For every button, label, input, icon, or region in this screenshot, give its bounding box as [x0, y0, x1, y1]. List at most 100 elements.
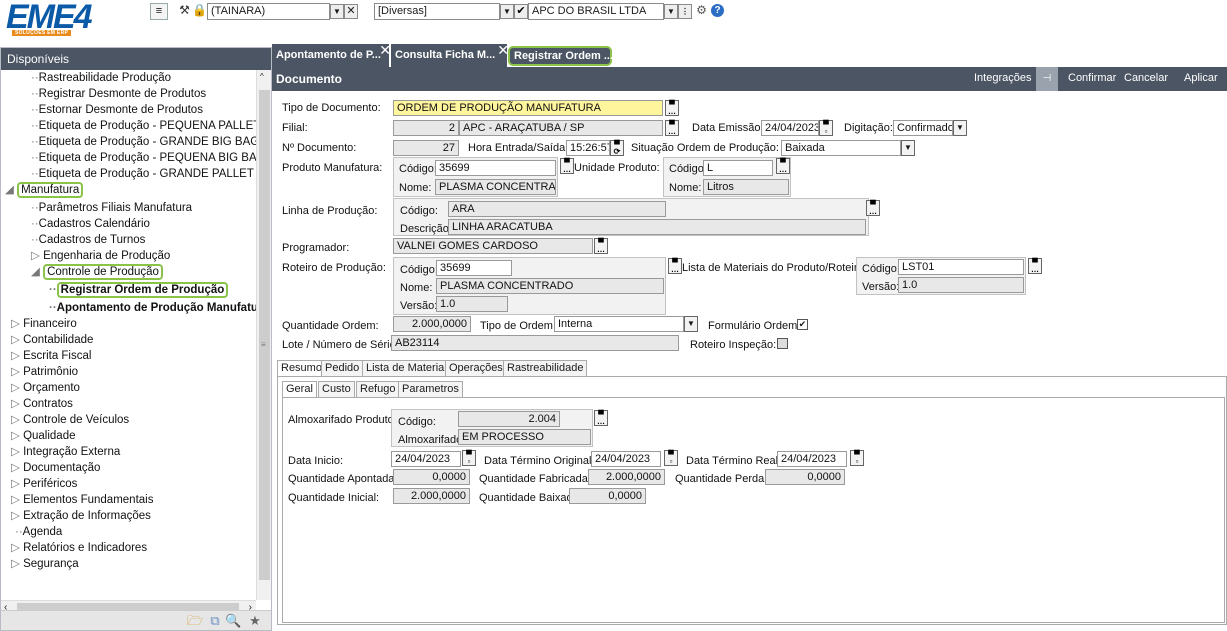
tree-item-etiqueta-grande-bigbag[interactable]: ··Etiqueta de Produção - GRANDE BIG BAG: [31, 134, 256, 150]
tab-geral[interactable]: Geral: [282, 381, 317, 398]
lookup-button[interactable]: ▀…: [665, 120, 679, 136]
scroll-up-icon[interactable]: ^: [260, 72, 264, 81]
lookup-button[interactable]: ▀…: [594, 410, 608, 426]
tab-refugo[interactable]: Refugo: [356, 381, 400, 397]
tree-item-controle-veiculos[interactable]: ▷ Controle de Veículos: [11, 412, 129, 428]
quantidade-perda-field[interactable]: 0,0000: [765, 469, 845, 485]
formulario-ordem-checkbox[interactable]: ✔: [797, 319, 808, 330]
calendar-icon[interactable]: ▀ ▫: [850, 450, 864, 466]
lookup-button[interactable]: ▀…: [866, 200, 880, 216]
company-select[interactable]: APC DO BRASIL LTDA: [528, 3, 664, 20]
aplicar-button[interactable]: Aplicar: [1184, 72, 1218, 84]
tree-item-registrar-ordem[interactable]: ·· Registrar Ordem de Produção: [49, 282, 229, 298]
lista-codigo-field[interactable]: LST01: [898, 259, 1024, 275]
calendar-icon[interactable]: ▀ ▫: [819, 120, 833, 136]
gear-icon[interactable]: ⚙: [694, 3, 709, 18]
more-icon[interactable]: ⋮: [678, 4, 692, 19]
situacao-select[interactable]: Baixada: [781, 140, 901, 156]
tab-resumo[interactable]: Resumo: [277, 360, 326, 377]
tree-item-financeiro[interactable]: ▷ Financeiro: [11, 316, 77, 332]
data-emissao-field[interactable]: 24/04/2023: [761, 120, 819, 136]
tree-item-cadastros-calendario[interactable]: ··Cadastros Calendário: [31, 216, 150, 232]
produto-nome-field[interactable]: PLASMA CONCENTRADO: [435, 179, 556, 195]
tree-item-registrar-desmonte[interactable]: ··Registrar Desmonte de Produtos: [31, 86, 206, 102]
time-spinner-icon[interactable]: ▀ ⟳: [610, 140, 624, 156]
tab-rastreabilidade[interactable]: Rastreabilidade: [503, 360, 588, 376]
lookup-button[interactable]: ▀…: [665, 100, 679, 116]
tree-item-etiqueta-pequena-bigbag[interactable]: ··Etiqueta de Produção - PEQUENA BIG BAG: [31, 150, 256, 166]
digitacao-select[interactable]: Confirmado: [893, 120, 953, 136]
tree-item-relatorios[interactable]: ▷ Relatórios e Indicadores: [11, 540, 147, 556]
filial-name-field[interactable]: APC - ARAÇATUBA / SP: [459, 120, 663, 136]
tree-item-engenharia-producao[interactable]: ▷ Engenharia de Produção: [31, 248, 170, 264]
tree-item-escrita-fiscal[interactable]: ▷ Escrita Fiscal: [11, 348, 91, 364]
company-dropdown-icon[interactable]: ▼: [664, 4, 678, 19]
filter-dropdown-icon[interactable]: ▼: [500, 4, 514, 19]
menu-icon[interactable]: ≡: [150, 3, 168, 20]
linha-descricao-field[interactable]: LINHA ARACATUBA: [448, 219, 866, 235]
tree-item-qualidade[interactable]: ▷ Qualidade: [11, 428, 76, 444]
digitacao-dropdown-icon[interactable]: ▼: [953, 120, 967, 136]
tree-item-estornar-desmonte[interactable]: ··Estornar Desmonte de Produtos: [31, 102, 203, 118]
calendar-icon[interactable]: ▀ ▫: [664, 450, 678, 466]
help-icon[interactable]: ?: [711, 4, 724, 17]
check-icon[interactable]: ✔: [514, 4, 528, 19]
tree-item-perifericos[interactable]: ▷ Periféricos: [11, 476, 77, 492]
tree-item-rastreabilidade[interactable]: ··Rastreabilidade Produção: [31, 70, 171, 86]
tab-operacoes[interactable]: Operações: [445, 360, 507, 376]
roteiro-codigo-field[interactable]: 35699: [436, 260, 512, 276]
tab-lista-materiais[interactable]: Lista de Materiais: [362, 360, 457, 376]
close-icon[interactable]: ✕: [344, 4, 358, 19]
tab-consulta-ficha[interactable]: Consulta Ficha M... ✕: [391, 42, 509, 67]
tree-item-integracao-externa[interactable]: ▷ Integração Externa: [11, 444, 120, 460]
roteiro-nome-field[interactable]: PLASMA CONCENTRADO: [436, 278, 664, 294]
filial-code-field[interactable]: 2: [393, 120, 459, 136]
lookup-button[interactable]: ▀…: [776, 158, 790, 174]
tree-item-elementos-fundamentais[interactable]: ▷ Elementos Fundamentais: [11, 492, 153, 508]
data-termino-real-field[interactable]: 24/04/2023: [777, 451, 847, 467]
situacao-dropdown-icon[interactable]: ▼: [901, 140, 915, 156]
tipo-ordem-dropdown-icon[interactable]: ▼: [684, 316, 698, 332]
quantidade-fabricada-field[interactable]: 2.000,0000: [588, 469, 665, 485]
tree-item-manufatura[interactable]: ◢ Manufatura: [5, 182, 84, 198]
favorite-star-icon[interactable]: ★: [247, 613, 263, 629]
almoxarifado-codigo-field[interactable]: 2.004: [458, 411, 560, 427]
tree-item-parametros-filiais[interactable]: ··Parâmetros Filiais Manufatura: [31, 200, 192, 216]
unidade-nome-field[interactable]: Litros: [703, 179, 789, 195]
data-termino-original-field[interactable]: 24/04/2023: [591, 451, 661, 467]
tab-apontamento[interactable]: Apontamento de P... ✕: [272, 42, 391, 67]
tab-parametros[interactable]: Parametros: [398, 381, 463, 397]
quantidade-ordem-field[interactable]: 2.000,0000: [393, 316, 471, 332]
produto-codigo-field[interactable]: 35699: [435, 160, 556, 176]
lookup-button[interactable]: ▀…: [594, 238, 608, 254]
expanded-arrow-icon[interactable]: ◢: [5, 184, 14, 196]
tree-item-contratos[interactable]: ▷ Contratos: [11, 396, 73, 412]
tree-item-etiqueta-grande-pallet[interactable]: ··Etiqueta de Produção - GRANDE PALLET: [31, 166, 254, 182]
tree-item-controle-producao[interactable]: ◢ Controle de Produção: [31, 264, 163, 280]
roteiro-inspecao-checkbox[interactable]: [777, 338, 788, 349]
quantidade-apontada-field[interactable]: 0,0000: [393, 469, 470, 485]
tree-item-patrimonio[interactable]: ▷ Patrimônio: [11, 364, 78, 380]
tree-item-extracao-informacoes[interactable]: ▷ Extração de Informações: [11, 508, 151, 524]
copy-icon[interactable]: ⧉: [207, 613, 223, 629]
calendar-icon[interactable]: ▀ ▫: [462, 450, 476, 466]
almoxarifado-nome-field[interactable]: EM PROCESSO: [458, 429, 591, 445]
scroll-thumb[interactable]: [259, 90, 270, 580]
data-inicio-field[interactable]: 24/04/2023: [391, 451, 461, 467]
tree-item-etiqueta-pequena-pallet[interactable]: ··Etiqueta de Produção - PEQUENA PALLET: [31, 118, 256, 134]
tree-item-agenda[interactable]: ··Agenda: [15, 524, 62, 540]
lote-field[interactable]: AB23114: [391, 335, 679, 351]
tools-icon[interactable]: ⚒: [177, 3, 192, 18]
lookup-button[interactable]: ▀…: [1028, 258, 1042, 274]
lista-versao-field[interactable]: 1.0: [898, 277, 1024, 293]
vertical-scrollbar[interactable]: ^ ≡: [256, 70, 271, 600]
pin-icon[interactable]: ⊣: [1036, 67, 1058, 91]
programador-field[interactable]: VALNEI GOMES CARDOSO: [393, 238, 593, 254]
quantidade-inicial-field[interactable]: 2.000,0000: [393, 488, 470, 504]
cancelar-button[interactable]: Cancelar: [1124, 72, 1168, 84]
tree-item-cadastros-turnos[interactable]: ··Cadastros de Turnos: [31, 232, 145, 248]
tree-item-seguranca[interactable]: ▷ Segurança: [11, 556, 79, 572]
tree-item-apontamento-producao[interactable]: ··Apontamento de Produção Manufatura: [49, 300, 256, 316]
user-select[interactable]: (TAINARA): [207, 3, 330, 20]
lock-icon[interactable]: 🔒: [192, 3, 207, 18]
